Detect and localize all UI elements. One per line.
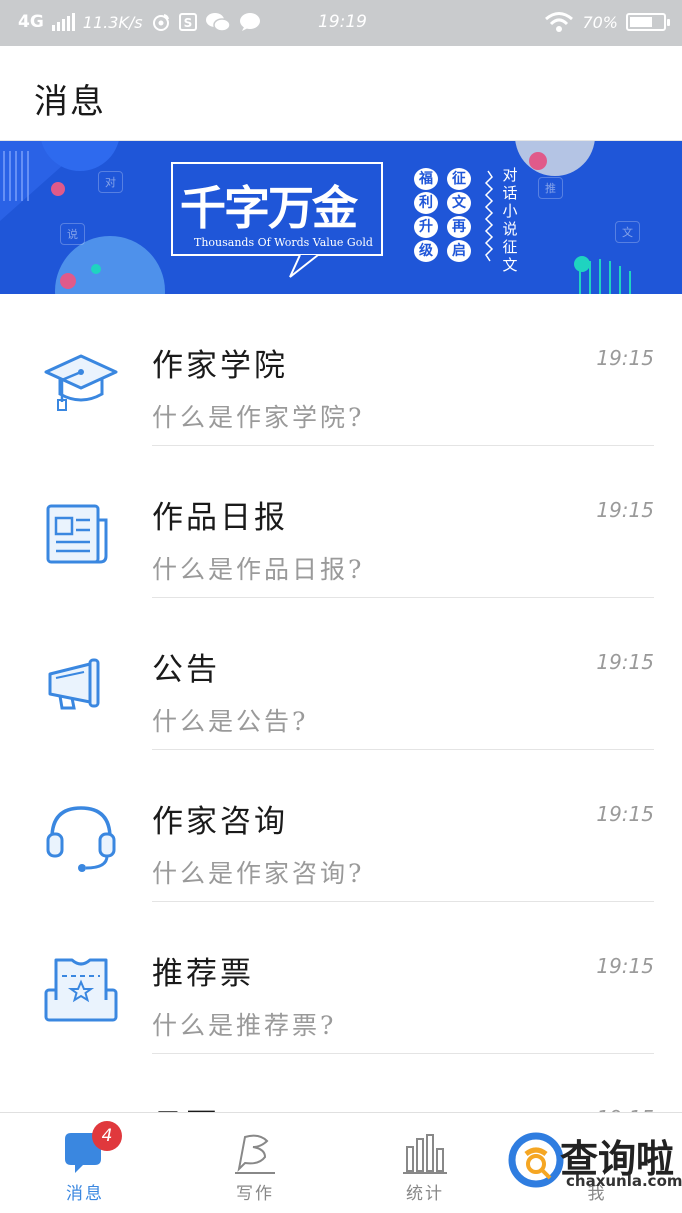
newspaper-icon xyxy=(46,504,108,564)
banner-bubble: 文 xyxy=(615,221,640,243)
message-time: 19:15 xyxy=(596,346,654,370)
wechat-icon xyxy=(205,12,231,32)
nav-label: 统计 xyxy=(406,1184,444,1204)
s-app-icon: S xyxy=(178,13,197,31)
message-item-recommend-ticket[interactable]: 推荐票 什么是推荐票? 19:15 xyxy=(0,902,682,1054)
message-preview: 什么是作家学院? xyxy=(152,403,365,432)
banner-tag-col2: 征 文 再 启 xyxy=(447,168,473,264)
nav-write[interactable]: 写作 xyxy=(170,1113,340,1213)
nav-messages[interactable]: 4 消息 xyxy=(0,1113,170,1213)
graduation-cap-icon xyxy=(44,354,118,411)
battery-icon xyxy=(626,13,670,31)
banner-char: 文 xyxy=(447,192,471,214)
banner-bubble: 说 xyxy=(60,223,85,245)
message-preview: 什么是推荐票? xyxy=(152,1011,337,1040)
message-preview: 什么是作品日报? xyxy=(152,555,365,584)
message-time: 19:15 xyxy=(596,498,654,522)
network-type: 4G xyxy=(18,12,44,32)
wifi-icon xyxy=(544,11,574,33)
message-item-announcement[interactable]: 公告 什么是公告? 19:15 xyxy=(0,598,682,750)
page-title: 消息 xyxy=(34,82,106,122)
nav-label: 消息 xyxy=(66,1184,104,1204)
banner-char: 利 xyxy=(414,192,438,214)
banner-tag-col1: 福 利 升 级 xyxy=(414,168,440,264)
watermark-url: chaxunla.com xyxy=(566,1172,682,1190)
message-title: 作家咨询 xyxy=(152,804,288,840)
banner-vertical-text: 对话小说征文 xyxy=(502,166,518,274)
banner-char: 征 xyxy=(447,168,471,190)
banner-char: 级 xyxy=(414,240,438,262)
banner-char: 福 xyxy=(414,168,438,190)
network-speed: 11.3K/s xyxy=(82,12,143,32)
bar-chart-icon xyxy=(403,1134,447,1174)
message-preview: 什么是公告? xyxy=(152,707,309,736)
banner-subtitle: Thousands Of Words Value Gold xyxy=(194,236,373,249)
headset-icon xyxy=(46,806,116,872)
message-time: 19:15 xyxy=(596,650,654,674)
message-icon xyxy=(239,12,261,32)
banner-char: 升 xyxy=(414,216,438,238)
message-item-writer-consult[interactable]: 作家咨询 什么是作家咨询? 19:15 xyxy=(0,750,682,902)
message-time: 19:15 xyxy=(596,802,654,826)
signal-icon xyxy=(51,13,75,31)
banner-title: 千字万金 xyxy=(180,181,358,235)
message-title: 推荐票 xyxy=(152,956,254,992)
svg-text:S: S xyxy=(183,16,192,30)
banner-char: 再 xyxy=(447,216,471,238)
battery-percent: 70% xyxy=(582,12,618,32)
banner-char: 启 xyxy=(447,240,471,262)
pen-icon xyxy=(235,1134,275,1174)
message-preview: 什么是作家咨询? xyxy=(152,859,365,888)
banner-bubble: 对 xyxy=(98,171,123,193)
app-header: 消息 xyxy=(0,46,682,141)
banner-bubble: 推 xyxy=(538,177,563,199)
status-bar: 4G 11.3K/s S 19:19 70% xyxy=(0,0,682,46)
ticket-icon xyxy=(44,958,118,1022)
nav-label: 写作 xyxy=(236,1184,274,1204)
megaphone-icon xyxy=(48,658,100,710)
message-item-daily-report[interactable]: 作品日报 什么是作品日报? 19:15 xyxy=(0,446,682,598)
weibo-icon xyxy=(151,12,171,32)
nav-stats[interactable]: 统计 xyxy=(340,1113,510,1213)
message-title: 作品日报 xyxy=(152,500,288,536)
message-item-writer-academy[interactable]: 作家学院 什么是作家学院? 19:15 xyxy=(0,294,682,446)
unread-badge: 4 xyxy=(92,1121,122,1151)
message-title: 公告 xyxy=(152,652,220,688)
message-time: 19:15 xyxy=(596,954,654,978)
message-title: 作家学院 xyxy=(152,348,288,384)
clock: 19:19 xyxy=(318,12,367,32)
